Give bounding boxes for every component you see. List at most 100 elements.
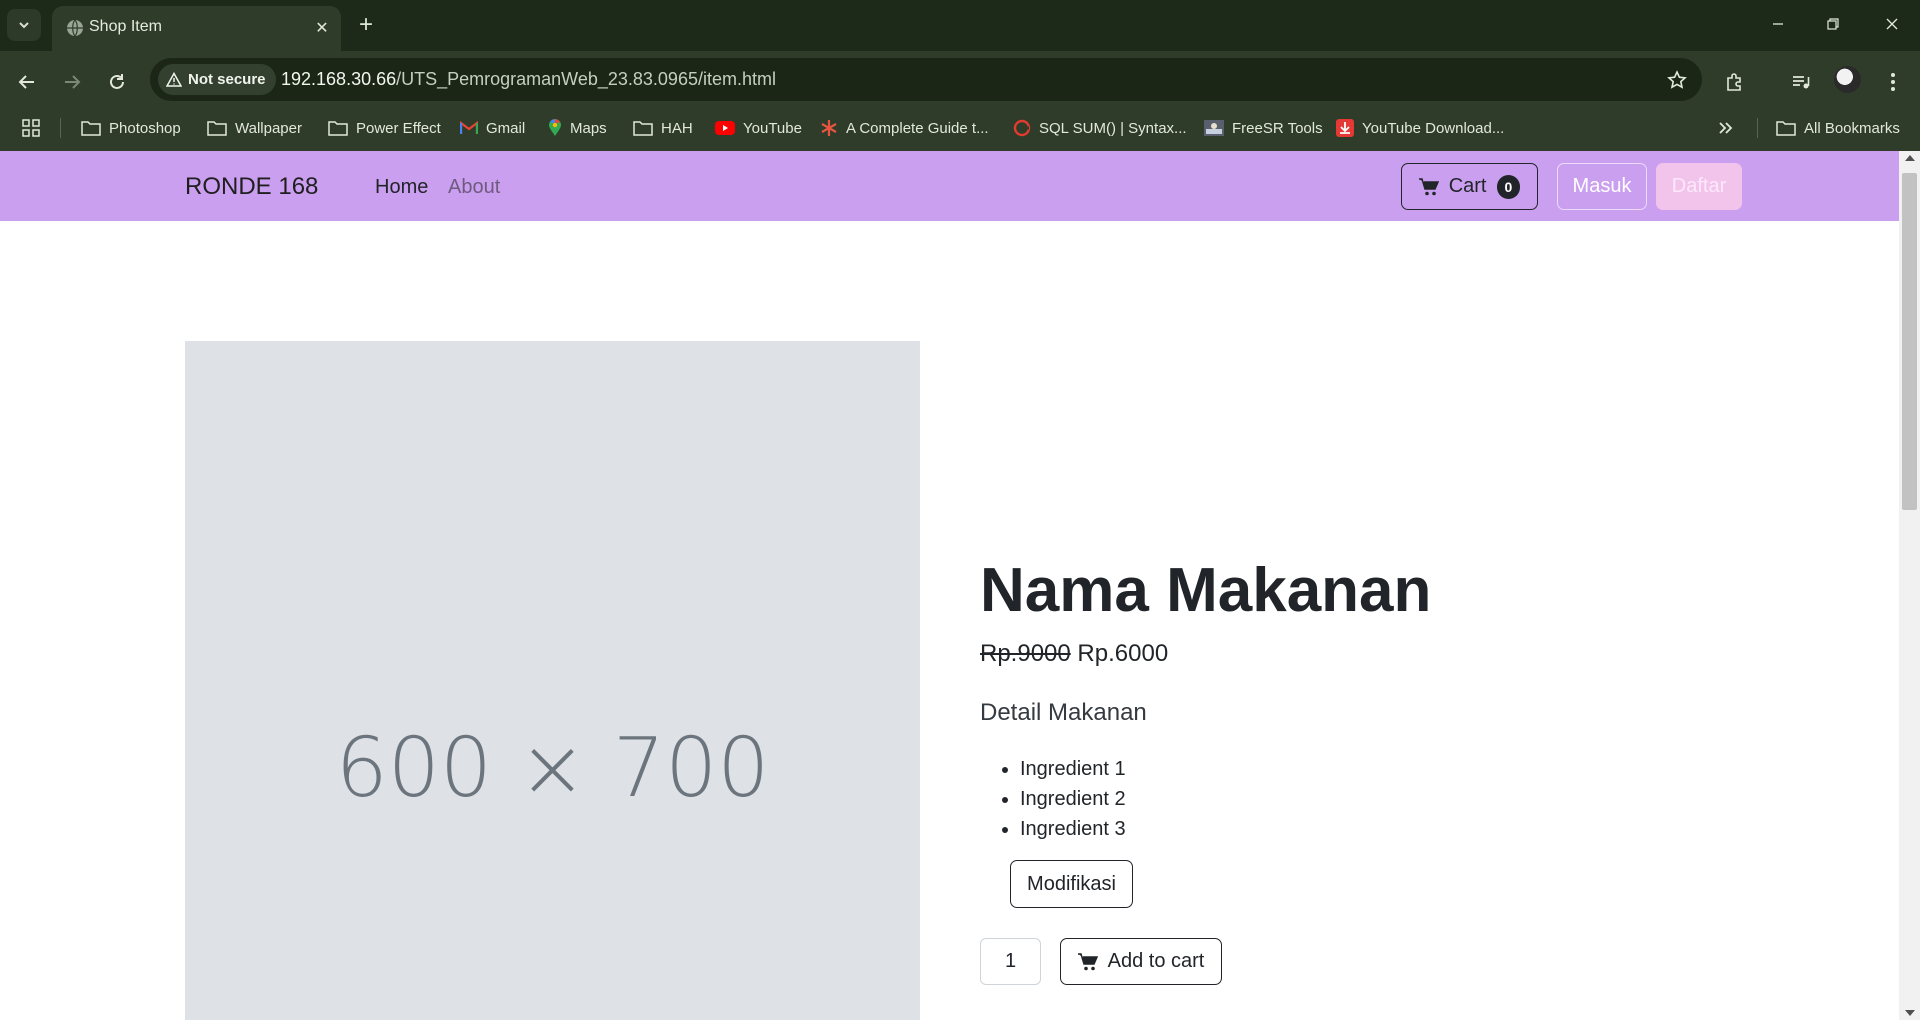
- star-icon: [1667, 70, 1687, 89]
- security-label: Not secure: [188, 71, 266, 88]
- bookmark-hah[interactable]: HAH: [633, 116, 693, 140]
- bookmark-photoshop[interactable]: Photoshop: [81, 116, 181, 140]
- reload-button[interactable]: [100, 65, 134, 99]
- bookmark-label: Maps: [570, 119, 607, 137]
- arrow-right-icon: [65, 75, 81, 89]
- cart-icon: [1077, 952, 1098, 970]
- restore-button[interactable]: [1813, 8, 1853, 40]
- media-control-button[interactable]: [1784, 65, 1818, 99]
- add-to-cart-button[interactable]: Add to cart: [1060, 938, 1222, 985]
- scroll-down-arrow-icon[interactable]: [1905, 1010, 1915, 1016]
- nav-link-about[interactable]: About: [448, 176, 500, 199]
- forward-button[interactable]: [55, 65, 89, 99]
- quantity-input[interactable]: 1: [980, 938, 1041, 985]
- browser-tab-bar: Shop Item ✕ +: [0, 0, 1920, 51]
- bookmark-sql-sum[interactable]: SQL SUM() | Syntax...: [1013, 116, 1187, 140]
- folder-icon: [207, 121, 227, 136]
- ingredient-item: Ingredient 3: [1020, 814, 1126, 844]
- add-to-cart-label: Add to cart: [1107, 950, 1205, 972]
- site-brand[interactable]: RONDE 168: [185, 173, 318, 201]
- bookmark-power-effect[interactable]: Power Effect: [328, 116, 441, 140]
- freesr-icon: [1204, 120, 1224, 136]
- bookmark-youtube[interactable]: YouTube: [715, 116, 802, 140]
- bookmark-gmail[interactable]: Gmail: [460, 116, 525, 140]
- nav-link-home[interactable]: Home: [375, 176, 428, 199]
- bookmark-star-button[interactable]: [1664, 67, 1690, 93]
- product-name: Nama Makanan: [980, 556, 1432, 625]
- bookmark-label: A Complete Guide t...: [846, 119, 989, 137]
- cart-button[interactable]: Cart 0: [1401, 163, 1538, 210]
- modify-button[interactable]: Modifikasi: [1010, 860, 1133, 908]
- tab-search-button[interactable]: [7, 9, 41, 41]
- bookmark-maps[interactable]: Maps: [548, 116, 607, 140]
- bookmark-label: HAH: [661, 119, 693, 137]
- folder-icon: [328, 121, 348, 136]
- close-window-button[interactable]: [1872, 8, 1912, 40]
- chevron-down-icon: [19, 22, 29, 29]
- bookmarks-divider: [60, 118, 61, 138]
- bookmark-label: Gmail: [486, 119, 526, 137]
- bookmark-wallpaper[interactable]: Wallpaper: [207, 116, 302, 140]
- youtube-icon: [715, 121, 735, 135]
- new-tab-button[interactable]: +: [352, 11, 380, 39]
- scroll-up-arrow-icon[interactable]: [1905, 155, 1915, 161]
- page-scrollbar[interactable]: [1899, 151, 1920, 1020]
- menu-button[interactable]: [1876, 65, 1910, 99]
- bookmark-youtube-download[interactable]: YouTube Download...: [1336, 116, 1504, 140]
- bookmark-label: Power Effect: [356, 119, 441, 137]
- bookmark-label: YouTube Download...: [1362, 119, 1505, 137]
- folder-icon: [1776, 121, 1796, 136]
- apps-button[interactable]: [22, 116, 40, 140]
- bookmarks-bar: Photoshop Wallpaper Power Effect Gmail M…: [0, 107, 1920, 147]
- url-text[interactable]: 192.168.30.66/UTS_PemrogramanWeb_23.83.0…: [281, 69, 776, 90]
- cart-icon: [1418, 177, 1439, 195]
- bookmark-complete-guide[interactable]: A Complete Guide t...: [820, 116, 989, 140]
- bookmark-label: FreeSR Tools: [1232, 119, 1323, 137]
- folder-icon: [633, 121, 653, 136]
- login-label: Masuk: [1572, 175, 1632, 197]
- bookmark-label: SQL SUM() | Syntax...: [1039, 119, 1187, 137]
- minimize-icon: [1773, 23, 1783, 25]
- register-button[interactable]: Daftar: [1656, 163, 1742, 210]
- security-indicator[interactable]: Not secure: [158, 64, 276, 95]
- product-price: Rp.9000 Rp.6000: [980, 640, 1168, 668]
- all-bookmarks-label: All Bookmarks: [1804, 119, 1900, 137]
- product-image-placeholder: 600 × 700: [185, 341, 920, 1020]
- gmail-icon: [460, 121, 478, 134]
- reload-icon: [110, 74, 124, 89]
- asterisk-icon: [821, 120, 837, 136]
- product-detail-title: Detail Makanan: [980, 699, 1147, 726]
- maps-icon: [549, 119, 561, 136]
- address-bar[interactable]: Not secure 192.168.30.66/UTS_Pemrograman…: [150, 58, 1702, 101]
- url-path: /UTS_PemrogramanWeb_23.83.0965/item.html: [396, 69, 776, 89]
- profile-avatar[interactable]: [1834, 66, 1861, 93]
- close-tab-icon[interactable]: ✕: [311, 17, 333, 39]
- scrollbar-thumb[interactable]: [1902, 173, 1917, 510]
- bookmark-label: YouTube: [743, 119, 802, 137]
- quantity-value: 1: [1004, 950, 1017, 972]
- back-button[interactable]: [10, 65, 44, 99]
- url-host: 192.168.30.66: [281, 69, 397, 89]
- more-bookmarks-button[interactable]: [1718, 116, 1734, 140]
- bookmark-label: Photoshop: [109, 119, 181, 137]
- modify-label: Modifikasi: [1027, 872, 1116, 895]
- restore-icon: [1827, 18, 1839, 30]
- close-icon: [1886, 18, 1898, 30]
- cart-count-badge: 0: [1496, 174, 1521, 199]
- bookmark-freesr-tools[interactable]: FreeSR Tools: [1204, 116, 1323, 140]
- puzzle-icon: [1727, 73, 1741, 91]
- extensions-button[interactable]: [1718, 65, 1752, 99]
- minimize-button[interactable]: [1758, 8, 1798, 40]
- bookmark-label: Wallpaper: [235, 119, 302, 137]
- bookmarks-divider: [1757, 118, 1758, 138]
- site-navbar: RONDE 168 Home About Cart 0 Masuk Daftar: [0, 151, 1899, 221]
- warning-icon: [166, 71, 182, 87]
- kebab-menu-icon: [1891, 73, 1895, 91]
- login-button[interactable]: Masuk: [1557, 163, 1647, 210]
- download-icon: [1336, 119, 1354, 137]
- all-bookmarks-button[interactable]: All Bookmarks: [1776, 116, 1900, 140]
- register-label: Daftar: [1671, 175, 1727, 197]
- folder-icon: [81, 121, 101, 136]
- active-tab[interactable]: Shop Item ✕: [52, 6, 341, 51]
- playlist-icon: [1793, 76, 1810, 89]
